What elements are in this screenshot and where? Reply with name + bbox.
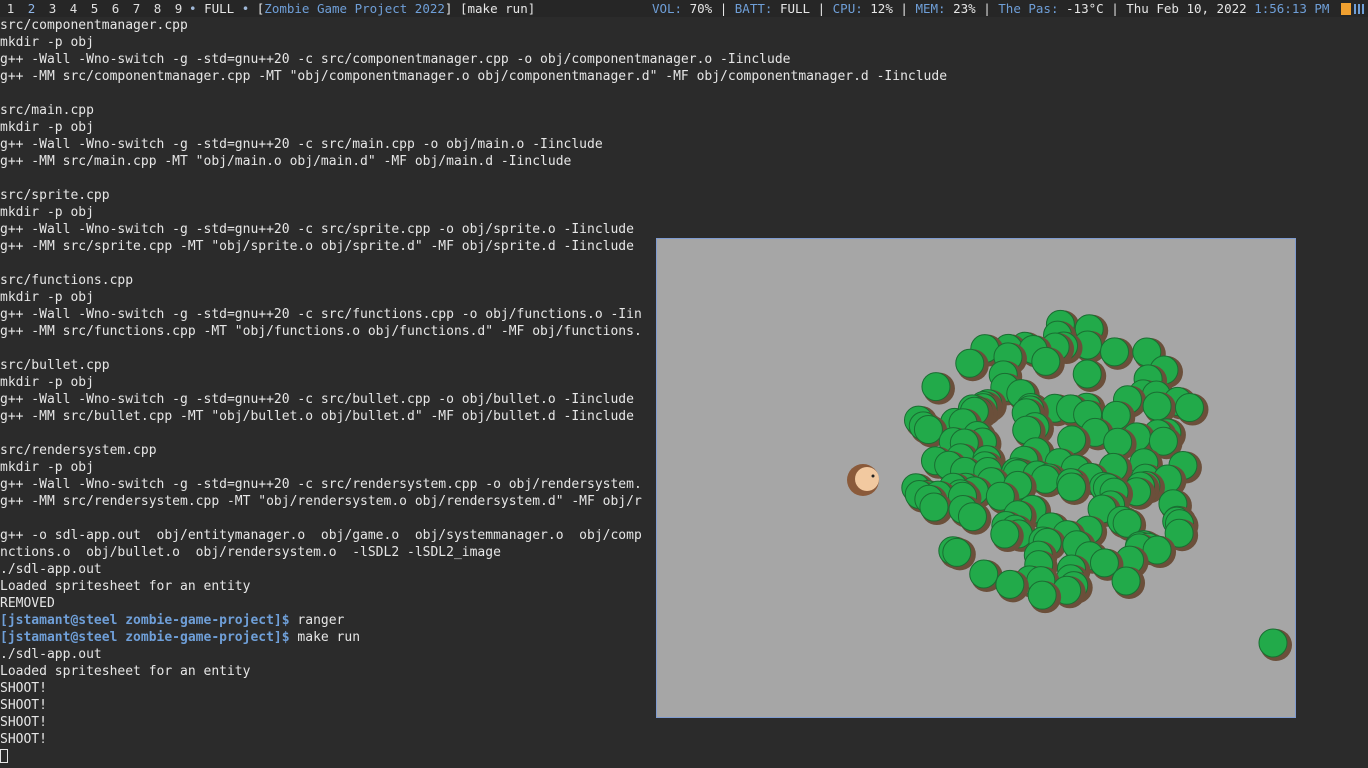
date: Thu Feb 10, 2022 bbox=[1126, 1, 1247, 16]
memory-label: MEM: bbox=[915, 1, 946, 16]
system-status: VOL: 70% | BATT: FULL | CPU: 12% | MEM: … bbox=[652, 0, 1368, 17]
weather-label: The Pas: bbox=[998, 1, 1059, 16]
separator: | bbox=[817, 1, 826, 16]
battery-value: FULL bbox=[779, 1, 811, 16]
memory-value: 23% bbox=[953, 1, 976, 16]
mode-indicator: • FULL • bbox=[189, 1, 250, 16]
shell-prompt: [jstamant@steel zombie-game-project]$ bbox=[0, 613, 290, 628]
terminal-line: src/sprite.cpp bbox=[0, 188, 110, 203]
zombie-sprite bbox=[1057, 472, 1091, 506]
terminal-line: mkdir -p obj bbox=[0, 120, 94, 135]
terminal-line: src/componentmanager.cpp bbox=[0, 18, 188, 33]
status-bar: 1 2 3 4 5 6 7 8 9 • FULL • [Zombie Game Project 2… bbox=[0, 0, 1368, 17]
terminal-line: g++ -MM src/componentmanager.cpp -MT "ob… bbox=[0, 69, 948, 84]
terminal-input-line[interactable] bbox=[0, 748, 1368, 765]
zombie-sprite bbox=[1100, 337, 1134, 370]
zombie-sprite bbox=[990, 519, 1024, 553]
separator: | bbox=[900, 1, 908, 16]
shell-prompt: [jstamant@steel zombie-game-project]$ bbox=[0, 630, 290, 645]
game-window[interactable] bbox=[656, 238, 1296, 718]
workspace-7[interactable]: 7 bbox=[126, 0, 147, 17]
workspace-5[interactable]: 5 bbox=[84, 0, 105, 17]
zombie-sprite bbox=[955, 348, 989, 382]
terminal-line: g++ -Wall -Wno-switch -g -std=gnu++20 -c… bbox=[0, 222, 634, 237]
command-text: make run bbox=[297, 630, 361, 645]
game-canvas[interactable] bbox=[657, 239, 1295, 717]
zombie-sprite bbox=[1258, 628, 1292, 661]
clock: 1:56:13 PM bbox=[1254, 1, 1330, 16]
text-cursor bbox=[0, 749, 8, 763]
separator: | bbox=[719, 1, 728, 16]
zombie-sprite bbox=[1031, 346, 1065, 380]
workspace-3[interactable]: 3 bbox=[42, 0, 63, 17]
command-text: ranger bbox=[297, 613, 345, 628]
terminal-line: g++ -Wall -Wno-switch -g -std=gnu++20 -c… bbox=[0, 137, 603, 152]
volume-value[interactable]: 70% bbox=[690, 1, 713, 16]
zombie-sprite bbox=[919, 492, 953, 526]
terminal-line: g++ -Wall -Wno-switch -g -std=gnu++20 -c… bbox=[0, 52, 791, 67]
volume-label: VOL: bbox=[651, 1, 683, 16]
battery-label: BATT: bbox=[734, 1, 773, 16]
zombie-sprite bbox=[957, 502, 992, 535]
workspace-8[interactable]: 8 bbox=[147, 0, 168, 17]
cpu-label: CPU: bbox=[832, 1, 863, 16]
zombie-sprite bbox=[921, 372, 955, 405]
workspace-4[interactable]: 4 bbox=[63, 0, 84, 17]
workspace-6[interactable]: 6 bbox=[105, 0, 126, 17]
terminal-line: g++ -MM src/main.cpp -MT "obj/main.o obj… bbox=[0, 154, 572, 169]
battery-icon[interactable] bbox=[1341, 3, 1351, 15]
zombie-sprite bbox=[1111, 566, 1146, 599]
workspace-2[interactable]: 2 bbox=[21, 0, 42, 17]
window-title[interactable]: [Zombie Game Project 2022] bbox=[257, 1, 453, 16]
zombie-sprite bbox=[1174, 393, 1209, 426]
workspace-9[interactable]: 9 bbox=[168, 0, 189, 17]
workspace-list: 123456789 bbox=[0, 1, 189, 16]
window-command: [make run] bbox=[459, 1, 536, 16]
zombie-sprite bbox=[995, 569, 1029, 603]
player-sprite bbox=[847, 464, 879, 496]
zombie-sprite bbox=[1072, 359, 1107, 392]
weather-value: -13°C bbox=[1066, 1, 1104, 16]
signal-icon[interactable] bbox=[1354, 4, 1364, 14]
workspace-1[interactable]: 1 bbox=[0, 0, 21, 17]
terminal-line: mkdir -p obj bbox=[0, 205, 94, 220]
separator: | bbox=[1111, 1, 1119, 16]
separator: | bbox=[983, 1, 991, 16]
zombie-sprite bbox=[1027, 580, 1062, 614]
terminal-line: src/main.cpp bbox=[0, 103, 94, 118]
terminal-line: mkdir -p obj bbox=[0, 35, 94, 50]
terminal-line: SHOOT! bbox=[0, 732, 47, 747]
cpu-value: 12% bbox=[870, 1, 893, 16]
